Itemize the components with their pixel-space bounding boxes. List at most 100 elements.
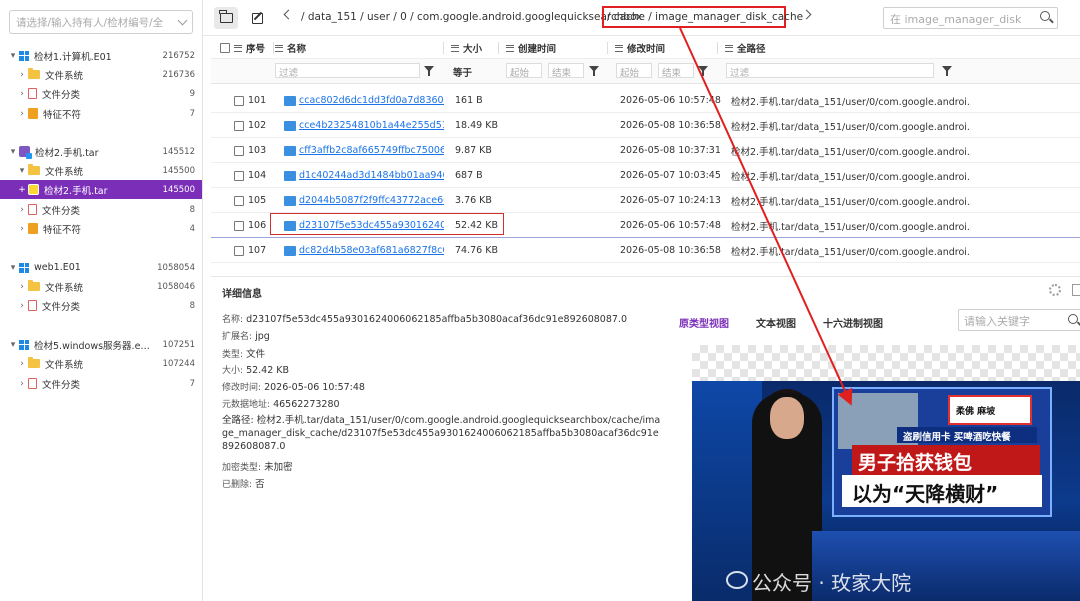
filter-icon[interactable] [589,66,599,76]
tab-hex-view[interactable]: 十六进制视图 [823,315,883,330]
file-name-link[interactable]: dc82d4b58e03af681a6827f8c631b [299,238,444,263]
column-path-label: 全路径 [737,44,766,55]
tree-node-label: 文件分类 [42,89,81,101]
tree-toggle-icon[interactable]: ▾ [7,340,19,350]
tree-node-label: 文件分类 [42,205,81,217]
table-row[interactable]: 107 dc82d4b58e03af681a6827f8c631b 74.76 KB… [211,238,1080,263]
tree-node[interactable]: › 文件分类 8 [0,296,202,315]
column-divider[interactable] [273,42,274,54]
name-filter-input[interactable]: 过滤 [275,63,420,78]
filter-icon[interactable] [942,66,952,76]
ctime-start-input[interactable]: 起始 [506,63,542,78]
breadcrumb[interactable]: / data_151 / user / 0 / com.google.andro… [301,11,642,23]
column-divider[interactable] [717,42,718,54]
size-filter-operator[interactable]: 等于 [453,65,472,79]
edit-path-button[interactable] [245,7,269,29]
tree-toggle-icon[interactable]: ▾ [7,263,19,273]
tree-node[interactable]: › 文件系统 107244 [0,354,202,373]
column-index[interactable]: 序号 [234,37,265,59]
keyword-input[interactable]: 请输入关键字 [958,309,1080,331]
column-ctime[interactable]: 创建时间 [506,37,556,59]
filter-icon[interactable] [698,66,708,76]
row-checkbox[interactable] [234,88,244,113]
table-row[interactable]: 103 cff3affb2c8af665749ffbc750062ea6 9.87 … [211,138,1080,163]
evidence-selector[interactable]: 请选择/输入持有人/检材编号/全 [9,10,193,34]
tree-toggle-icon[interactable]: ▾ [7,51,19,61]
tree-node[interactable]: + 检材2.手机.tar 145500 [0,180,202,199]
column-size[interactable]: 大小 [451,37,482,59]
table-row[interactable]: 104 d1c40244ad3d1484bb01aa94695f1 687 B 202… [211,163,1080,188]
detail-key: 修改时间: [222,383,262,393]
gear-icon[interactable] [1049,284,1061,296]
tree-node[interactable]: › 特征不符 4 [0,219,202,238]
tab-text-view[interactable]: 文本视图 [756,315,796,330]
folder-search-input[interactable]: 在 image_manager_disk [883,7,1058,29]
path-filter-input[interactable]: 过滤 [726,63,934,78]
column-divider[interactable] [443,42,444,54]
document-icon [28,88,37,99]
file-name-link[interactable]: d2044b5087f2f9ffc43772ace66834 [299,188,444,213]
table-row[interactable]: 102 cce4b23254810b1a44e255d518464 18.49 KB… [211,113,1080,138]
tree-toggle-icon[interactable]: › [16,89,28,99]
row-checkbox[interactable] [234,238,244,263]
tree-node[interactable]: ▾ 检材2.手机.tar 145512 [0,142,202,161]
table-row[interactable]: 105 d2044b5087f2f9ffc43772ace66834 3.76 KB… [211,188,1080,213]
column-path[interactable]: 全路径 [725,37,766,59]
tree-toggle-icon[interactable]: › [16,359,28,369]
folder-icon [219,10,233,23]
mtime-start-input[interactable]: 起始 [616,63,652,78]
tree-node[interactable]: ▾ web1.E01 1058054 [0,258,202,277]
tree-node-label: 文件系统 [45,70,84,82]
file-path: 检材2.手机.tar/data_151/user/0/com.google.an… [731,146,971,158]
breadcrumb-highlight[interactable]: / cache / image_manager_disk_cache [602,6,803,28]
tree-node[interactable]: › 文件分类 8 [0,200,202,219]
tree-node[interactable]: ▾ 文件系统 145500 [0,161,202,180]
filter-icon[interactable] [424,66,434,76]
selected-row-highlight [270,213,504,235]
file-name-link[interactable]: ccac802d6dc1dd3fd0a7d83605a61 [299,88,444,113]
tree-node[interactable]: › 文件系统 216736 [0,65,202,84]
detail-key: 类型: [222,350,244,360]
folder-view-button[interactable] [214,7,238,29]
file-name-link[interactable]: d1c40244ad3d1484bb01aa94695f1 [299,163,444,188]
chevron-down-icon[interactable] [177,15,188,25]
row-checkbox[interactable] [234,138,244,163]
tree-node[interactable]: › 文件系统 1058046 [0,277,202,296]
tree-node[interactable]: ▾ 检材5.windows服务器.e01 107251 [0,335,202,354]
tree-toggle-icon[interactable]: › [16,301,28,311]
tree-toggle-icon[interactable]: › [16,205,28,215]
column-divider[interactable] [607,42,608,54]
select-all-checkbox[interactable] [220,37,230,59]
column-divider[interactable] [498,42,499,54]
ctime-end-input[interactable]: 结束 [548,63,584,78]
tree-toggle-icon[interactable]: › [16,224,28,234]
search-icon[interactable] [1040,11,1050,21]
tree-toggle-icon[interactable]: › [16,379,28,389]
file-name-link[interactable]: cff3affb2c8af665749ffbc750062ea6 [299,138,444,163]
tree-node[interactable]: › 文件分类 9 [0,84,202,103]
row-checkbox[interactable] [234,213,244,238]
tree-toggle-icon[interactable]: ▾ [16,166,28,176]
tree-node[interactable]: ▾ 检材1.计算机.E01 216752 [0,46,202,65]
tab-native-view[interactable]: 原类型视图 [679,315,729,330]
column-mtime[interactable]: 修改时间 [615,37,665,59]
tree-node[interactable]: › 文件分类 7 [0,374,202,393]
detail-title: 详细信息 [222,289,262,300]
tree-toggle-icon[interactable]: + [16,185,28,195]
row-checkbox[interactable] [234,163,244,188]
tree-toggle-icon[interactable]: › [16,282,28,292]
tree-toggle-icon[interactable]: › [16,109,28,119]
mtime-end-input[interactable]: 结束 [658,63,694,78]
tree-toggle-icon[interactable]: › [16,70,28,80]
search-icon[interactable] [1068,314,1078,324]
row-checkbox[interactable] [234,188,244,213]
forward-arrow-icon[interactable] [801,9,812,20]
panel-toggle-icon[interactable] [1072,284,1080,296]
tree-toggle-icon[interactable]: ▾ [7,147,19,157]
back-arrow-icon[interactable] [283,9,294,20]
tree-node[interactable]: › 特征不符 7 [0,104,202,123]
row-checkbox[interactable] [234,113,244,138]
table-row[interactable]: 101 ccac802d6dc1dd3fd0a7d83605a61 161 B 202… [211,88,1080,113]
file-name-link[interactable]: cce4b23254810b1a44e255d518464 [299,113,444,138]
column-name[interactable]: 名称 [275,37,306,59]
